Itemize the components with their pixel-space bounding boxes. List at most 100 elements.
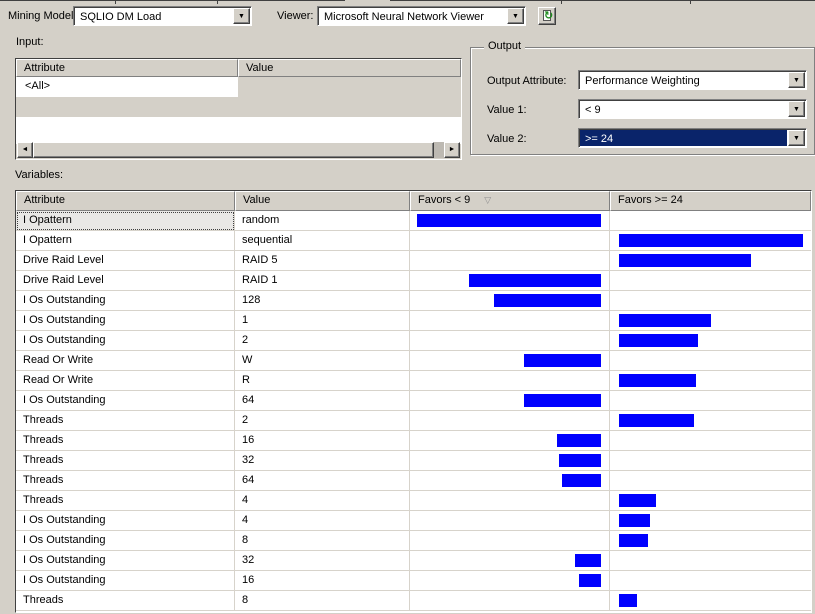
attribute-cell[interactable]: I Os Outstanding [16,511,235,531]
favors-lt-cell [410,271,610,291]
value-cell[interactable]: 32 [235,551,410,571]
table-row[interactable]: Read Or Write R [16,371,811,391]
attribute-cell[interactable]: I Os Outstanding [16,551,235,571]
table-row[interactable]: Threads 16 [16,431,811,451]
chevron-down-icon[interactable]: ▼ [788,72,805,88]
attribute-cell[interactable]: I Opattern [16,231,235,251]
favors-ge-cell [610,431,811,451]
table-row[interactable]: Threads 32 [16,451,811,471]
input-label: Input: [16,36,44,48]
favor-bar [619,374,696,387]
favors-lt-cell [410,331,610,351]
favor-bar [619,254,751,267]
table-row[interactable]: <All> [16,77,461,97]
attribute-cell[interactable]: I Os Outstanding [16,391,235,411]
attribute-cell[interactable]: Threads [16,411,235,431]
horizontal-scrollbar[interactable]: ◄ ► [17,142,460,158]
chevron-down-icon[interactable]: ▼ [233,8,250,24]
attribute-cell[interactable]: Threads [16,431,235,451]
table-row[interactable]: Threads 64 [16,471,811,491]
table-row[interactable]: I Opattern random [16,211,811,231]
value-cell[interactable]: 2 [235,331,410,351]
table-row[interactable]: I Os Outstanding 2 [16,331,811,351]
table-row[interactable]: I Os Outstanding 64 [16,391,811,411]
attribute-cell[interactable]: I Os Outstanding [16,571,235,591]
favor-bar [562,474,601,487]
value-cell[interactable]: 4 [235,491,410,511]
column-header-value[interactable]: Value [235,191,410,211]
value-cell[interactable]: 16 [235,571,410,591]
attribute-cell[interactable]: Drive Raid Level [16,251,235,271]
attribute-cell[interactable]: I Os Outstanding [16,531,235,551]
favor-bar [557,434,601,447]
value-cell[interactable]: RAID 1 [235,271,410,291]
value-cell[interactable]: 16 [235,431,410,451]
table-row[interactable]: Read Or Write W [16,351,811,371]
attribute-cell[interactable]: Read Or Write [16,351,235,371]
table-row[interactable]: I Os Outstanding 4 [16,511,811,531]
input-all-cell[interactable]: <All> [16,77,238,97]
value-cell[interactable]: 64 [235,391,410,411]
value-cell[interactable]: random [235,211,410,231]
favors-ge-cell [610,231,811,251]
favors-lt-cell [410,571,610,591]
scrollbar-thumb[interactable] [33,142,434,158]
value-cell[interactable]: 2 [235,411,410,431]
refresh-button[interactable]: ↻ [538,7,556,25]
favors-ge-cell [610,211,811,231]
favor-bar [524,354,601,367]
value-cell[interactable]: RAID 5 [235,251,410,271]
table-row[interactable]: Threads 2 [16,411,811,431]
table-row[interactable]: I Os Outstanding 8 [16,531,811,551]
column-header-favors-lt[interactable]: Favors < 9 ▽ [410,191,610,211]
value-cell[interactable]: 128 [235,291,410,311]
value-cell[interactable]: 8 [235,591,410,611]
table-row[interactable]: I Os Outstanding 1 [16,311,811,331]
value-cell[interactable]: 32 [235,451,410,471]
mining-model-select[interactable]: SQLIO DM Load ▼ [73,6,252,26]
chevron-down-icon[interactable]: ▼ [507,8,524,24]
column-header-favors-ge[interactable]: Favors >= 24 [610,191,811,211]
table-row[interactable]: Threads 8 [16,591,811,611]
attribute-cell[interactable]: Threads [16,591,235,611]
table-row[interactable]: Threads 4 [16,491,811,511]
table-row[interactable]: Drive Raid Level RAID 1 [16,271,811,291]
favor-bar [619,334,698,347]
value-cell[interactable]: 1 [235,311,410,331]
attribute-cell[interactable]: Threads [16,471,235,491]
value-cell[interactable]: 4 [235,511,410,531]
attribute-cell[interactable]: Drive Raid Level [16,271,235,291]
table-row[interactable]: I Opattern sequential [16,231,811,251]
scrollbar-track[interactable] [434,142,444,158]
mining-model-label: Mining Model: [8,10,77,22]
attribute-cell[interactable]: I Os Outstanding [16,311,235,331]
favors-lt-cell [410,231,610,251]
attribute-cell[interactable]: Read Or Write [16,371,235,391]
table-row[interactable]: I Os Outstanding 128 [16,291,811,311]
attribute-cell[interactable]: Threads [16,451,235,471]
table-row[interactable]: Drive Raid Level RAID 5 [16,251,811,271]
attribute-cell[interactable]: I Os Outstanding [16,291,235,311]
chevron-down-icon[interactable]: ▼ [788,130,805,146]
scroll-right-icon[interactable]: ► [444,142,460,158]
chevron-down-icon[interactable]: ▼ [788,101,805,117]
scroll-left-icon[interactable]: ◄ [17,142,33,158]
favors-lt-cell [410,471,610,491]
value2-select[interactable]: >= 24 ▼ [578,128,807,148]
value1-select[interactable]: < 9 ▼ [578,99,807,119]
value-cell[interactable]: R [235,371,410,391]
favors-ge-cell [610,291,811,311]
viewer-select[interactable]: Microsoft Neural Network Viewer ▼ [317,6,526,26]
attribute-cell[interactable]: I Opattern [16,211,235,231]
refresh-icon: ↻ [544,10,554,22]
table-row[interactable]: I Os Outstanding 16 [16,571,811,591]
table-row[interactable]: I Os Outstanding 32 [16,551,811,571]
attribute-cell[interactable]: Threads [16,491,235,511]
value-cell[interactable]: sequential [235,231,410,251]
column-header-attribute[interactable]: Attribute [16,191,235,211]
output-attribute-select[interactable]: Performance Weighting ▼ [578,70,807,90]
value-cell[interactable]: 8 [235,531,410,551]
value-cell[interactable]: 64 [235,471,410,491]
value-cell[interactable]: W [235,351,410,371]
attribute-cell[interactable]: I Os Outstanding [16,331,235,351]
